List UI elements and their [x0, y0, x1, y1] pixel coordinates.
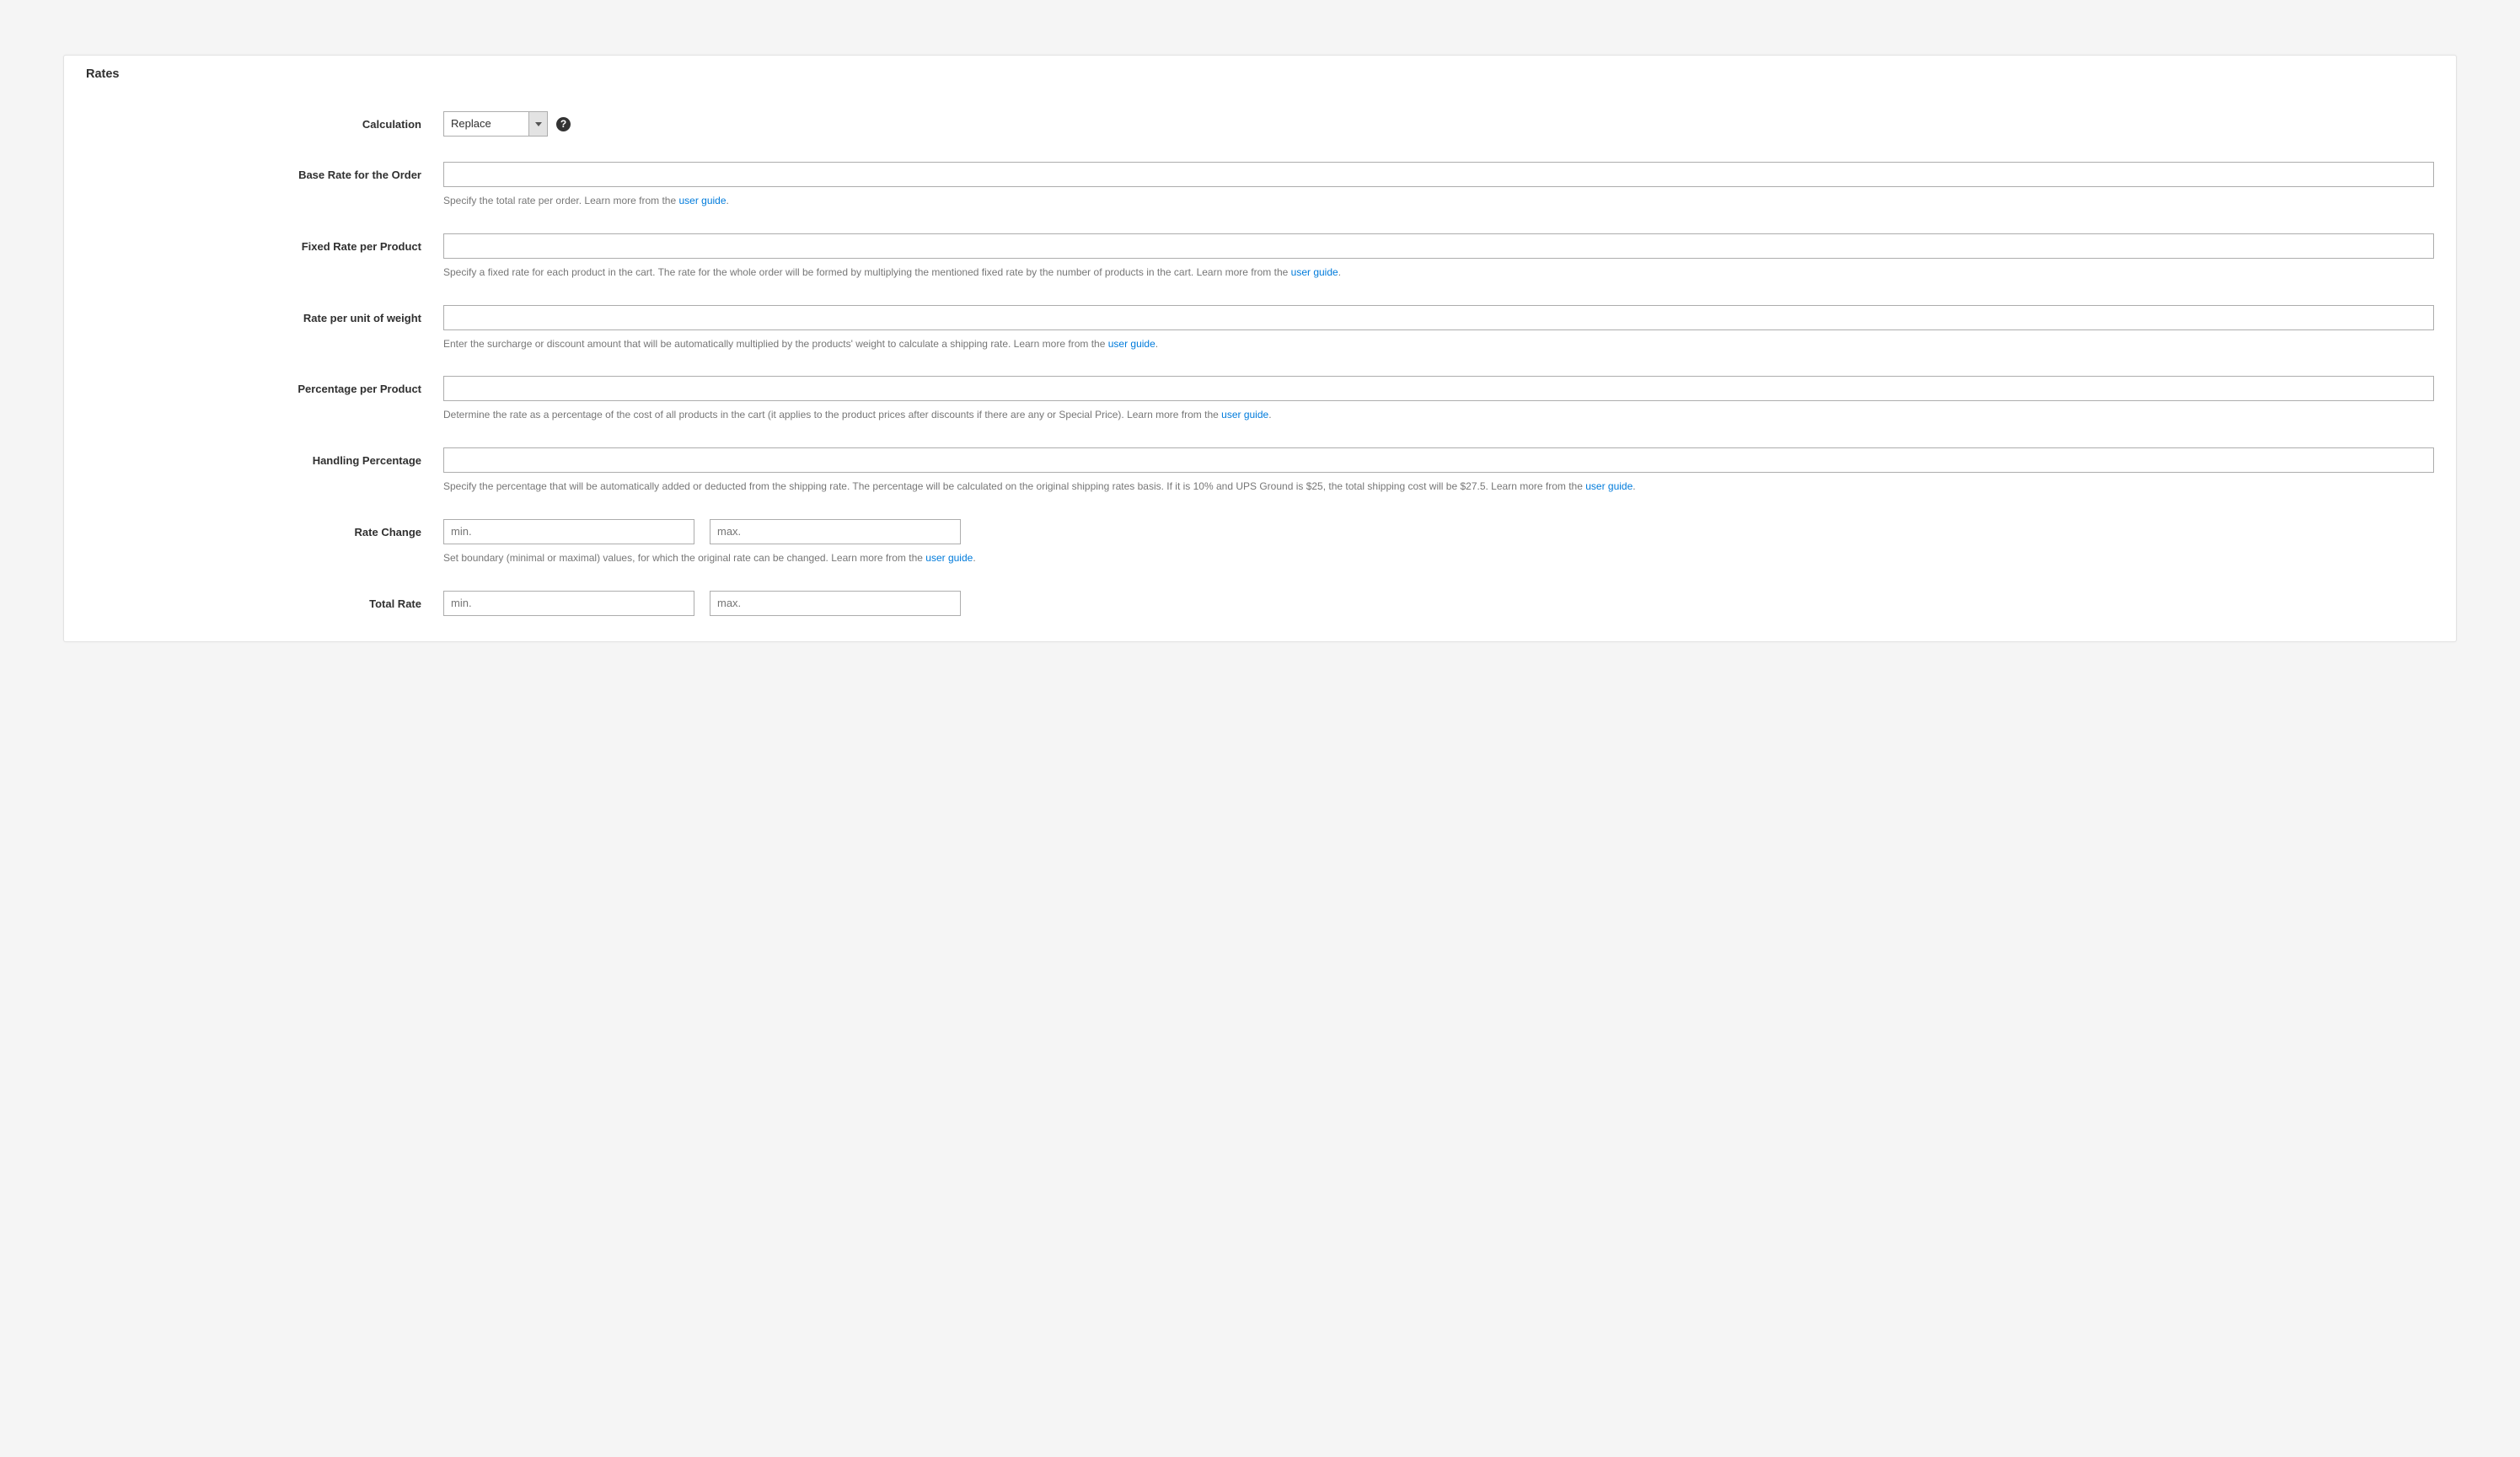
rate-change-max-input[interactable]	[710, 519, 961, 544]
user-guide-link[interactable]: user guide	[1291, 266, 1338, 278]
label-handling: Handling Percentage	[86, 447, 443, 467]
pct-product-input[interactable]	[443, 376, 2434, 401]
rate-weight-input[interactable]	[443, 305, 2434, 330]
user-guide-link[interactable]: user guide	[1108, 338, 1155, 350]
row-rate-weight: Rate per unit of weight Enter the surcha…	[86, 305, 2434, 351]
label-calculation: Calculation	[86, 111, 443, 131]
row-total-rate: Total Rate	[86, 591, 2434, 616]
hint-pct-product: Determine the rate as a percentage of th…	[443, 408, 2434, 422]
row-pct-product: Percentage per Product Determine the rat…	[86, 376, 2434, 422]
hint-fixed-rate: Specify a fixed rate for each product in…	[443, 265, 2434, 280]
user-guide-link[interactable]: user guide	[1585, 480, 1633, 492]
fixed-rate-input[interactable]	[443, 233, 2434, 259]
hint-rate-change: Set boundary (minimal or maximal) values…	[443, 551, 2434, 565]
help-icon[interactable]: ?	[556, 117, 571, 131]
user-guide-link[interactable]: user guide	[678, 195, 726, 206]
calculation-value: Replace	[444, 112, 528, 136]
label-total-rate: Total Rate	[86, 591, 443, 610]
user-guide-link[interactable]: user guide	[1221, 409, 1268, 420]
label-rate-weight: Rate per unit of weight	[86, 305, 443, 324]
chevron-down-icon	[528, 112, 547, 136]
total-rate-max-input[interactable]	[710, 591, 961, 616]
handling-input[interactable]	[443, 447, 2434, 473]
base-rate-input[interactable]	[443, 162, 2434, 187]
hint-handling: Specify the percentage that will be auto…	[443, 479, 2434, 494]
hint-rate-weight: Enter the surcharge or discount amount t…	[443, 337, 2434, 351]
hint-base-rate: Specify the total rate per order. Learn …	[443, 194, 2434, 208]
calculation-select[interactable]: Replace	[443, 111, 548, 137]
row-fixed-rate: Fixed Rate per Product Specify a fixed r…	[86, 233, 2434, 280]
row-base-rate: Base Rate for the Order Specify the tota…	[86, 162, 2434, 208]
user-guide-link[interactable]: user guide	[925, 552, 973, 564]
row-handling: Handling Percentage Specify the percenta…	[86, 447, 2434, 494]
label-pct-product: Percentage per Product	[86, 376, 443, 395]
label-rate-change: Rate Change	[86, 519, 443, 538]
row-calculation: Calculation Replace ?	[86, 111, 2434, 137]
label-base-rate: Base Rate for the Order	[86, 162, 443, 181]
label-fixed-rate: Fixed Rate per Product	[86, 233, 443, 253]
total-rate-min-input[interactable]	[443, 591, 694, 616]
rates-panel: Rates Calculation Replace ? Base Rate fo…	[63, 55, 2457, 642]
row-rate-change: Rate Change Set boundary (minimal or max…	[86, 519, 2434, 565]
panel-title: Rates	[86, 67, 2434, 81]
rate-change-min-input[interactable]	[443, 519, 694, 544]
